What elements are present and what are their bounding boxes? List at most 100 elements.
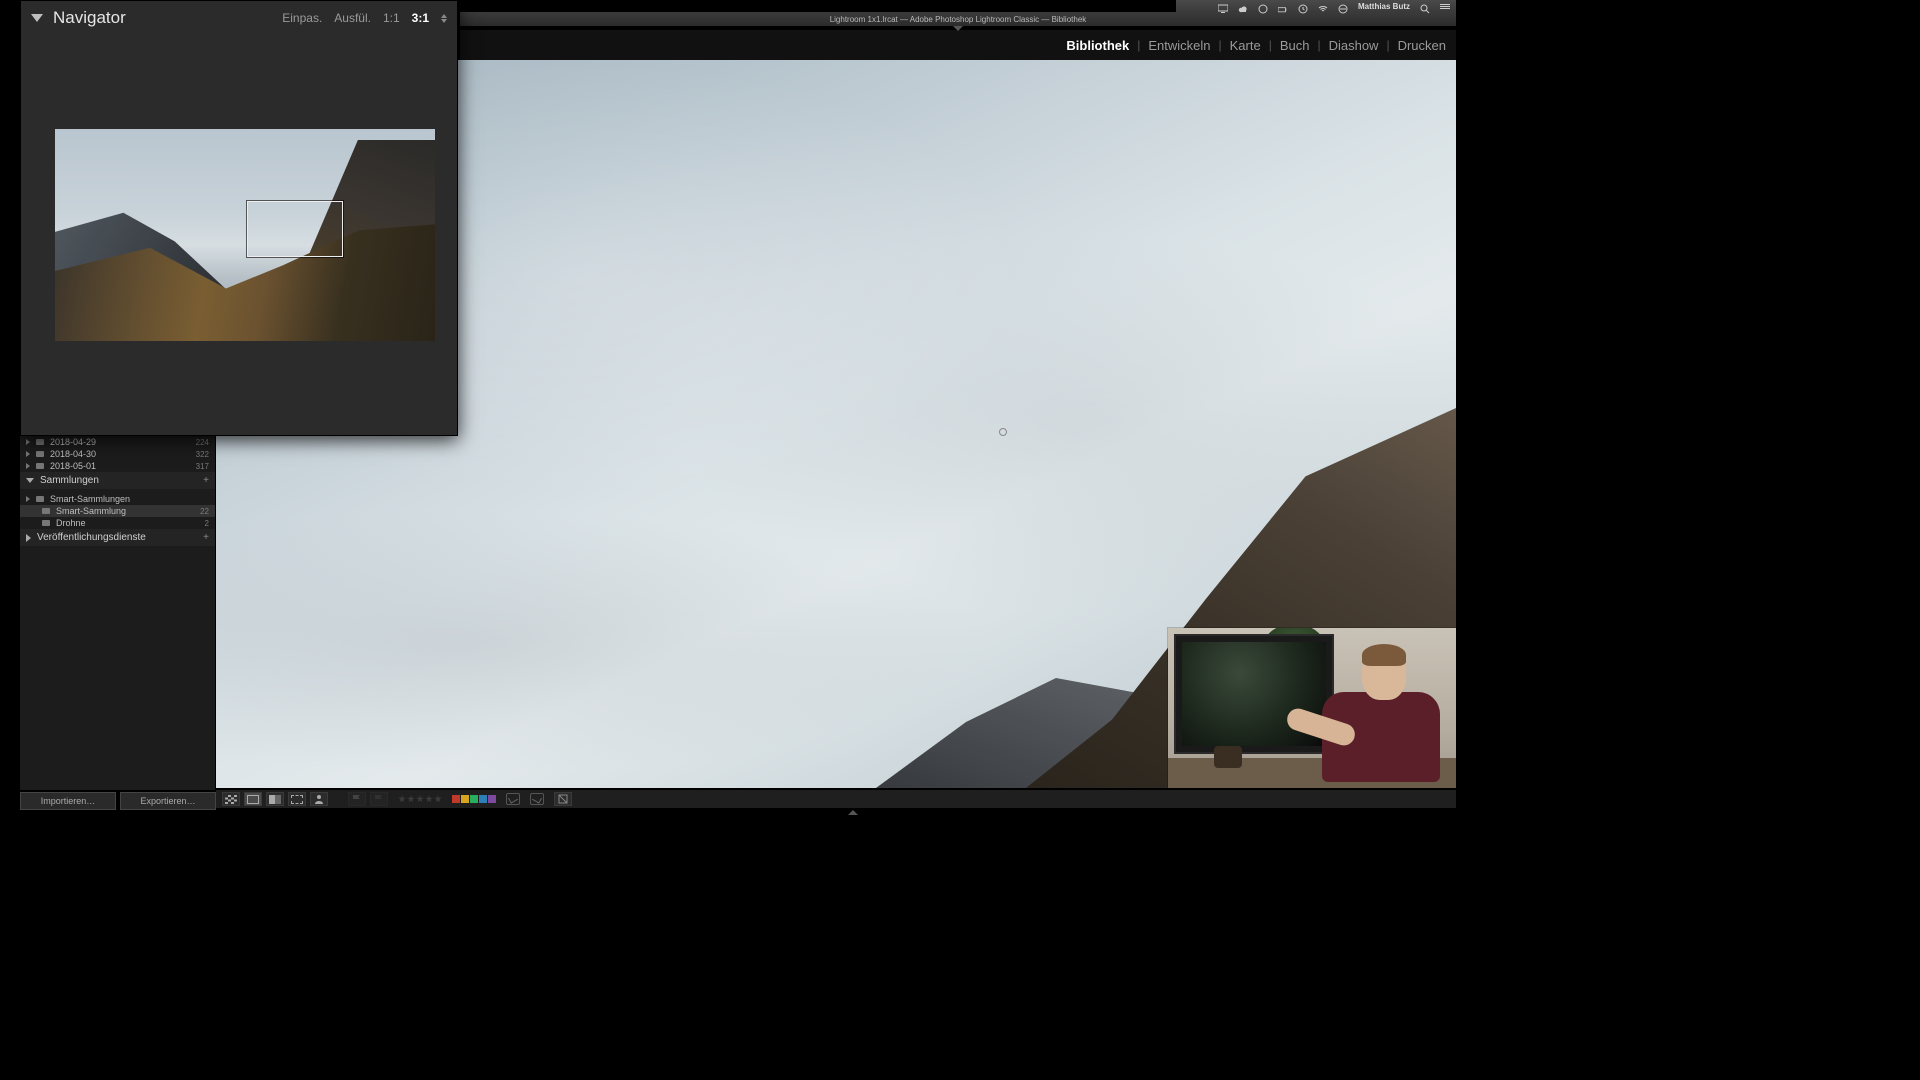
navigator-viewport-rect[interactable] — [247, 201, 343, 257]
webcam-overlay — [1168, 628, 1456, 788]
module-entwickeln[interactable]: Entwickeln — [1148, 38, 1210, 53]
folder-label: 2018-04-30 — [50, 449, 190, 459]
folder-icon — [36, 451, 44, 457]
sync-button[interactable] — [554, 792, 572, 806]
flag-pick-button[interactable] — [348, 792, 366, 806]
filmstrip-reveal[interactable] — [848, 810, 858, 815]
chevron-right-icon — [26, 534, 31, 542]
caret-icon — [26, 451, 30, 457]
collections-header[interactable]: Sammlungen + — [20, 472, 215, 489]
collections-title: Sammlungen — [40, 475, 99, 486]
module-diashow[interactable]: Diashow — [1329, 38, 1379, 53]
top-panel-reveal[interactable] — [953, 26, 963, 31]
flag-icon — [351, 794, 363, 804]
compare-view-button[interactable] — [266, 792, 284, 806]
module-sep: | — [1317, 38, 1320, 52]
people-icon — [313, 794, 325, 804]
zoom-selected[interactable]: 3:1 — [412, 11, 429, 25]
collection-label: Smart-Sammlung — [56, 506, 194, 516]
folder-row[interactable]: 2018-05-01 317 — [20, 460, 215, 472]
dnd-icon[interactable] — [1338, 1, 1348, 11]
display-icon[interactable] — [1218, 1, 1228, 11]
folder-count: 322 — [196, 450, 209, 459]
import-export-bar: Importieren… Exportieren… — [20, 792, 216, 810]
grid-icon — [225, 795, 237, 804]
zoom-fit[interactable]: Einpas. — [282, 11, 322, 25]
battery-icon[interactable] — [1278, 1, 1288, 11]
folder-icon — [36, 463, 44, 469]
webcam-monitor — [1174, 634, 1334, 754]
color-green[interactable] — [470, 795, 478, 803]
flag-reject-button[interactable] — [370, 792, 388, 806]
collection-row[interactable]: Smart-Sammlungen — [20, 493, 215, 505]
caret-icon — [26, 496, 30, 502]
webcam-cup — [1214, 746, 1242, 768]
module-drucken[interactable]: Drucken — [1398, 38, 1446, 53]
module-sep: | — [1386, 38, 1389, 52]
color-red[interactable] — [452, 795, 460, 803]
left-panel: 2018-04-29 224 2018-04-30 322 2018-05-01… — [20, 436, 216, 790]
zoom-stepper[interactable] — [441, 14, 447, 23]
color-purple[interactable] — [488, 795, 496, 803]
module-karte[interactable]: Karte — [1230, 38, 1261, 53]
siri-icon[interactable] — [1258, 1, 1268, 11]
color-blue[interactable] — [479, 795, 487, 803]
star-rating[interactable] — [398, 795, 442, 803]
smart-collection-icon — [36, 496, 44, 502]
rotate-cw-button[interactable] — [530, 793, 544, 805]
loupe-view-button[interactable] — [244, 792, 262, 806]
timemachine-icon[interactable] — [1298, 1, 1308, 11]
folder-label: 2018-04-29 — [50, 437, 190, 447]
toolbar — [216, 790, 1456, 808]
publish-title: Veröffentlichungsdienste — [37, 532, 146, 543]
collection-row[interactable]: Smart-Sammlung 22 — [20, 505, 215, 517]
grid-view-button[interactable] — [222, 792, 240, 806]
chevron-down-icon — [26, 478, 34, 483]
add-collection-icon[interactable]: + — [203, 475, 209, 486]
add-publish-icon[interactable]: + — [203, 532, 209, 543]
folder-row[interactable]: 2018-04-30 322 — [20, 448, 215, 460]
loupe-icon — [247, 795, 259, 804]
flag-x-icon — [373, 794, 385, 804]
navigator-preview[interactable] — [55, 129, 435, 341]
cloud-icon[interactable] — [1238, 1, 1248, 11]
collection-row[interactable]: Drohne 2 — [20, 517, 215, 529]
collection-count: 2 — [205, 519, 209, 528]
mac-menubar: Matthias Butz — [1176, 0, 1456, 12]
navigator-panel: Navigator Einpas. Ausfül. 1:1 3:1 — [20, 0, 458, 436]
module-bibliothek[interactable]: Bibliothek — [1066, 38, 1129, 53]
notifications-icon[interactable] — [1440, 4, 1450, 9]
collection-count: 22 — [200, 507, 209, 516]
navigator-collapse-icon[interactable] — [31, 14, 43, 22]
survey-icon — [291, 795, 303, 804]
folder-count: 317 — [196, 462, 209, 471]
collection-icon — [42, 520, 50, 526]
spotlight-icon[interactable] — [1420, 1, 1430, 11]
navigator-header: Navigator Einpas. Ausfül. 1:1 3:1 — [21, 1, 457, 35]
export-button[interactable]: Exportieren… — [120, 792, 216, 810]
folder-count: 224 — [196, 438, 209, 447]
webcam-person — [1316, 646, 1446, 788]
mac-user-name[interactable]: Matthias Butz — [1358, 2, 1410, 11]
color-yellow[interactable] — [461, 795, 469, 803]
window-title: Lightroom 1x1.lrcat — Adobe Photoshop Li… — [460, 12, 1456, 26]
import-button[interactable]: Importieren… — [20, 792, 116, 810]
wifi-icon[interactable] — [1318, 1, 1328, 11]
people-view-button[interactable] — [310, 792, 328, 806]
folder-icon — [36, 439, 44, 445]
zoom-fill[interactable]: Ausfül. — [334, 11, 371, 25]
zoom-1to1[interactable]: 1:1 — [383, 11, 400, 25]
module-sep: | — [1219, 38, 1222, 52]
publish-header[interactable]: Veröffentlichungsdienste + — [20, 529, 215, 546]
folder-row[interactable]: 2018-04-29 224 — [20, 436, 215, 448]
caret-icon — [26, 439, 30, 445]
rotate-ccw-button[interactable] — [506, 793, 520, 805]
module-sep: | — [1269, 38, 1272, 52]
color-labels — [452, 795, 496, 803]
caret-icon — [26, 463, 30, 469]
sync-icon — [557, 794, 569, 804]
compare-icon — [269, 795, 281, 804]
module-buch[interactable]: Buch — [1280, 38, 1310, 53]
navigator-zoom-controls: Einpas. Ausfül. 1:1 3:1 — [282, 11, 447, 25]
survey-view-button[interactable] — [288, 792, 306, 806]
